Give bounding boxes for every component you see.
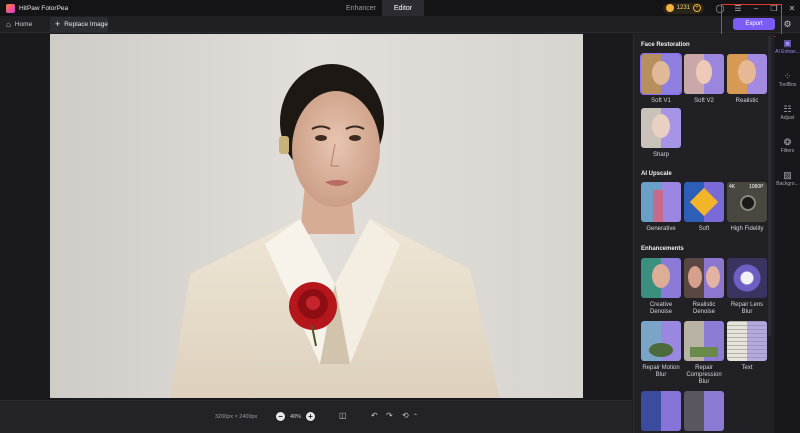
- rail-background-label: Backgro...: [776, 181, 799, 187]
- filters-icon: ❂: [783, 137, 792, 147]
- effect-text[interactable]: Text: [727, 321, 767, 372]
- enhancements-title: Enhancements: [641, 246, 684, 252]
- background-icon: ▨: [783, 170, 792, 180]
- rail-ai-enhance[interactable]: ▣ AI Enhan...: [775, 38, 800, 55]
- chevron-up-icon[interactable]: ⌃: [413, 413, 418, 420]
- more-effect-2-thumbnail: [684, 391, 724, 431]
- home-label: Home: [14, 21, 33, 28]
- portrait-image: [50, 34, 583, 398]
- plus-icon: +: [55, 19, 61, 29]
- repair-compression-blur-thumbnail: [684, 321, 724, 361]
- ai-enhance-icon: ▣: [783, 38, 792, 48]
- realistic-denoise-label: Realistic Denoise: [692, 302, 716, 315]
- rail-ai-enhance-label: AI Enhan...: [775, 49, 800, 55]
- effect-generative[interactable]: Generative: [641, 182, 681, 233]
- creative-denoise-label: Creative Denoise: [649, 302, 673, 315]
- rail-filters-label: Filters: [780, 148, 795, 154]
- soft-thumbnail: [684, 182, 724, 222]
- toolbox-icon: ⁘: [783, 71, 792, 81]
- home-icon: ⌂: [6, 20, 11, 29]
- tab-editor[interactable]: Editor: [382, 0, 424, 16]
- effect-realistic[interactable]: Realistic: [727, 54, 767, 105]
- settings-icon[interactable]: ⚙: [780, 17, 795, 32]
- realistic-denoise-thumbnail: [684, 258, 724, 298]
- rail-filters[interactable]: ❂ Filters: [775, 137, 800, 154]
- realistic-label: Realistic: [735, 98, 759, 104]
- effect-sharp[interactable]: Sharp: [641, 108, 681, 159]
- 4k-badge: 4K: [729, 184, 736, 190]
- soft-v2-label: Soft V2: [694, 98, 714, 104]
- edited-photo[interactable]: [50, 34, 583, 398]
- mode-tabs: Enhancer Editor: [340, 0, 424, 16]
- generative-thumbnail: [641, 182, 681, 222]
- realistic-thumbnail: [727, 54, 767, 94]
- canvas-area[interactable]: [0, 34, 632, 433]
- face-restoration-title: Face Restoration: [641, 42, 690, 48]
- repair-lens-blur-label: Repair Lens Blur: [730, 302, 764, 315]
- high-fidelity-thumbnail: 4K 1080P: [727, 182, 767, 222]
- panel-scrollbar[interactable]: [768, 36, 771, 336]
- soft-v1-label: Soft V1: [651, 98, 671, 104]
- credits-badge[interactable]: 1231 +: [662, 2, 704, 14]
- home-button[interactable]: ⌂ Home: [6, 19, 32, 30]
- text-label: Text: [741, 365, 753, 371]
- zoom-in-button[interactable]: +: [306, 412, 315, 421]
- effect-high-fidelity[interactable]: 4K 1080P High Fidelity: [727, 182, 767, 233]
- adjust-icon: ☷: [783, 104, 792, 114]
- rail-adjust[interactable]: ☷ Adjust: [775, 104, 800, 121]
- more-effect-1-thumbnail: [641, 391, 681, 431]
- tool-rail: ▣ AI Enhan... ⁘ ToolBox ☷ Adjust ❂ Filte…: [775, 34, 800, 433]
- repair-motion-blur-thumbnail: [641, 321, 681, 361]
- redo-icon[interactable]: ↷: [386, 411, 393, 420]
- effect-more-1[interactable]: [641, 391, 681, 431]
- close-icon[interactable]: ✕: [784, 0, 800, 16]
- rail-background[interactable]: ▨ Backgro...: [775, 170, 800, 187]
- effect-soft-v1[interactable]: Soft V1: [640, 53, 682, 105]
- credits-count: 1231: [676, 5, 690, 11]
- replace-image-label: Replace Image: [64, 21, 108, 28]
- rail-toolbox[interactable]: ⁘ ToolBox: [775, 71, 800, 88]
- tab-enhancer[interactable]: Enhancer: [340, 0, 382, 16]
- generative-label: Generative: [646, 226, 676, 232]
- undo-icon[interactable]: ↶: [371, 411, 378, 420]
- bottom-toolbar: 3200px × 2400px − 40% + ◫ ↶ ↷ ⟲ ⌃: [0, 400, 632, 433]
- sharp-thumbnail: [641, 108, 681, 148]
- repair-motion-blur-label: Repair Motion Blur: [642, 365, 680, 378]
- text-thumbnail: [727, 321, 767, 361]
- effect-repair-compression-blur[interactable]: Repair Compression Blur: [684, 321, 724, 386]
- effect-repair-motion-blur[interactable]: Repair Motion Blur: [641, 321, 681, 379]
- effect-repair-lens-blur[interactable]: Repair Lens Blur: [727, 258, 767, 316]
- coin-icon: [665, 4, 674, 12]
- app-name: HitPaw FotorPea: [19, 4, 69, 12]
- zoom-out-button[interactable]: −: [276, 412, 285, 421]
- history-icon[interactable]: ⟲: [402, 411, 409, 420]
- export-highlight-box: [721, 4, 782, 37]
- repair-lens-blur-thumbnail: [727, 258, 767, 298]
- effect-soft-v2[interactable]: Soft V2: [684, 54, 724, 105]
- soft-v1-thumbnail: [640, 53, 682, 95]
- soft-v2-thumbnail: [684, 54, 724, 94]
- add-credits-icon[interactable]: +: [693, 4, 701, 12]
- rail-toolbox-label: ToolBox: [778, 82, 797, 88]
- effect-realistic-denoise[interactable]: Realistic Denoise: [684, 258, 724, 316]
- soft-label: Soft: [698, 226, 710, 232]
- ai-enhance-panel: Face Restoration Soft V1 Soft V2 Realist…: [633, 34, 774, 433]
- high-fidelity-label: High Fidelity: [730, 226, 764, 232]
- image-dimensions: 3200px × 2400px: [215, 414, 258, 420]
- rail-adjust-label: Adjust: [780, 115, 795, 121]
- repair-compression-blur-label: Repair Compression Blur: [686, 365, 722, 385]
- effect-soft[interactable]: Soft: [684, 182, 724, 233]
- ai-upscale-title: AI Upscale: [641, 171, 672, 177]
- compare-icon[interactable]: ◫: [339, 411, 347, 420]
- zoom-level: 40%: [290, 414, 302, 420]
- replace-image-button[interactable]: + Replace Image: [50, 17, 108, 32]
- sharp-label: Sharp: [652, 152, 669, 158]
- effect-creative-denoise[interactable]: Creative Denoise: [641, 258, 681, 316]
- creative-denoise-thumbnail: [641, 258, 681, 298]
- title-bar: HitPaw FotorPea Enhancer Editor 1231 + ◯…: [0, 0, 800, 16]
- effect-more-2[interactable]: [684, 391, 724, 431]
- 1080p-badge: 1080P: [749, 184, 764, 190]
- editor-toolbar: ⌂ Home + Replace Image Export ⚙: [0, 16, 800, 33]
- app-logo-icon: [6, 3, 15, 13]
